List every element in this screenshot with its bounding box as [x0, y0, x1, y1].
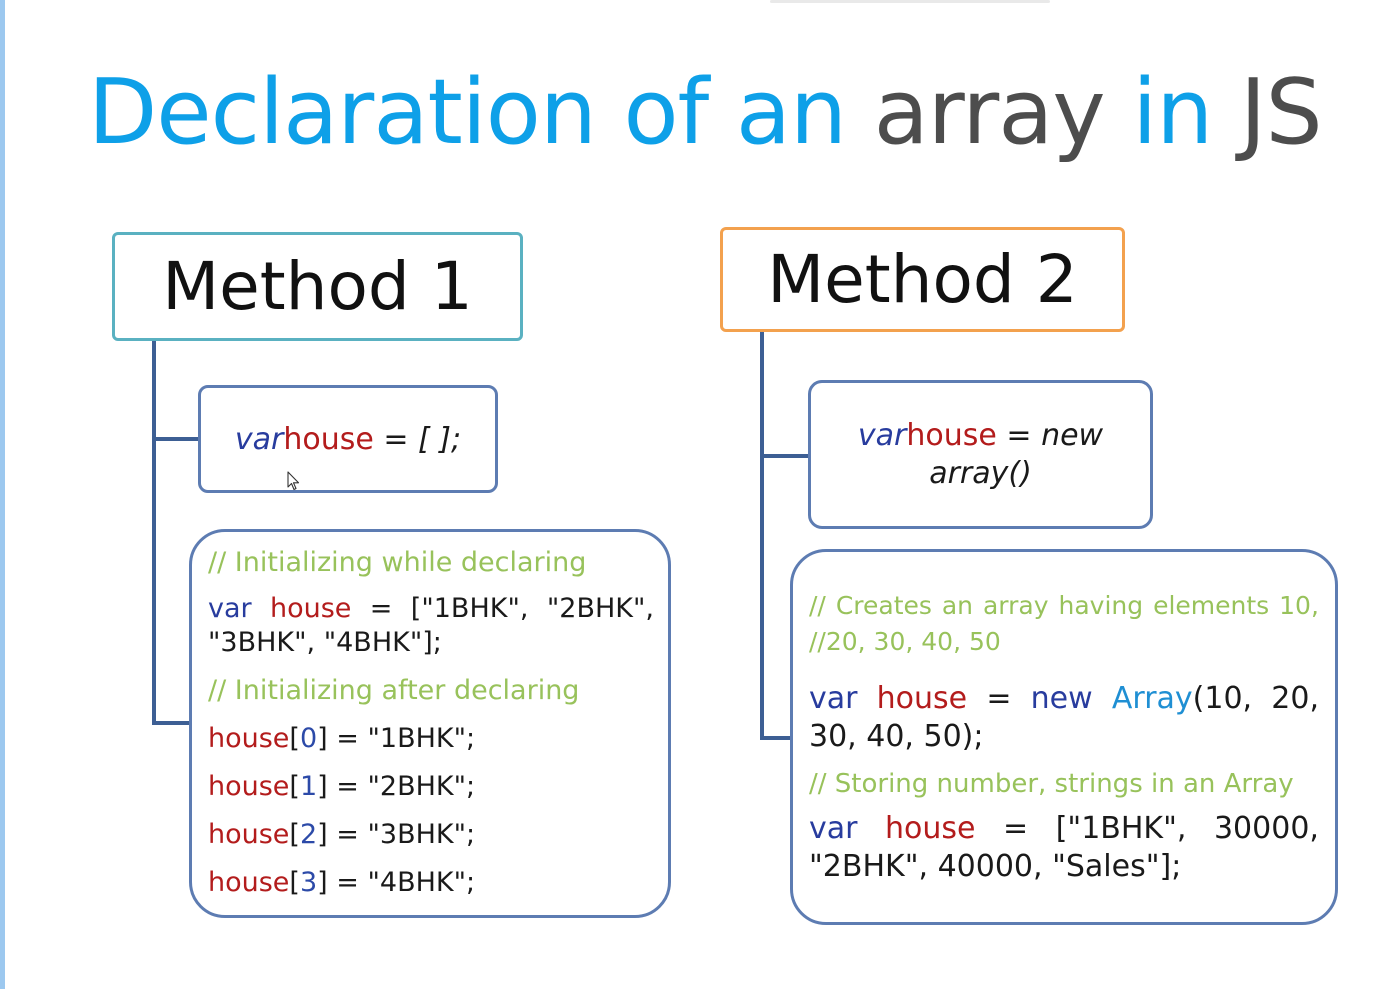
m2-comment-word: an — [941, 591, 974, 620]
m1-decl-rest: = [ ]; — [383, 421, 462, 457]
m2-decl-line2: array() — [929, 455, 1032, 491]
m2-comment-word: elements — [1153, 591, 1270, 620]
m2-decl-name: house — [906, 417, 997, 453]
method-1-box: Method 1 — [112, 232, 523, 341]
m2-comment-word: // — [809, 591, 826, 620]
m2-init-eq: = — [986, 681, 1012, 716]
m1-assign-value: = "2BHK"; — [336, 771, 476, 802]
m1-decl-keyword: var — [234, 421, 284, 457]
m1-connector-branch-2 — [152, 721, 190, 725]
m2-decl-keyword: var — [857, 417, 907, 453]
m1-assign-index: 1 — [299, 771, 318, 802]
method-1-label: Method 1 — [162, 248, 473, 325]
m2-init-keyword: var — [809, 811, 858, 846]
m1-assign-value: = "3BHK"; — [336, 819, 476, 850]
m1-init-keyword: var — [208, 593, 252, 624]
m2-init-keyword: var — [809, 681, 858, 716]
title-part-1: Declaration of an — [88, 60, 847, 165]
m1-connector-trunk — [152, 338, 156, 725]
m1-assign-name: house — [208, 771, 290, 802]
m1-comment-after-declaring: // Initializing after declaring — [208, 675, 580, 706]
m2-init-eq: = — [1003, 811, 1029, 846]
m2-connector-branch-2 — [760, 736, 791, 740]
m1-assign-name: house — [208, 819, 290, 850]
m1-assign-row: house[2] = "3BHK"; — [208, 819, 476, 850]
title-part-4: JS — [1239, 60, 1323, 165]
slide-left-edge — [0, 0, 5, 989]
m2-init-args-2: 20, — [1271, 681, 1319, 716]
m2-init-line-1: var house = new Array(10, 20, — [809, 680, 1319, 718]
mouse-pointer-icon — [287, 471, 300, 491]
m2-init-val-1: ["1BHK", — [1055, 811, 1187, 846]
m2-comment-word: having — [1058, 591, 1144, 620]
m2-init-line-2: 30, 40, 50); — [809, 719, 984, 754]
title-part-3: in — [1132, 60, 1213, 165]
m2-init-line-4: "2BHK", 40000, "Sales"]; — [809, 849, 1182, 884]
m2-init-class: Array — [1111, 681, 1193, 716]
m1-init-val-2: "2BHK", — [546, 593, 654, 624]
m1-init-name: house — [270, 593, 352, 624]
m2-init-name: house — [876, 681, 968, 716]
method-2-declaration-box: varhouse = new array() — [808, 380, 1153, 529]
method-1-declaration-box: varhouse = [ ]; — [198, 385, 498, 493]
m2-init-name: house — [885, 811, 976, 846]
m2-comment-values: //20, 30, 40, 50 — [809, 627, 1001, 656]
m2-comment-word: array — [982, 591, 1049, 620]
m1-assign-index: 2 — [299, 819, 318, 850]
m1-assign-value: = "4BHK"; — [336, 867, 476, 898]
m2-connector-trunk — [760, 329, 764, 740]
m1-assign-index: 3 — [299, 867, 318, 898]
m2-comment-word: 10, — [1279, 591, 1319, 620]
m1-connector-branch-1 — [152, 437, 199, 441]
top-strip — [770, 0, 1050, 3]
m1-assign-name: house — [208, 867, 290, 898]
m1-assign-index: 0 — [299, 723, 318, 754]
m1-init-line-1: var house = ["1BHK", "2BHK", — [208, 592, 654, 626]
m1-assign-value: = "1BHK"; — [336, 723, 476, 754]
m1-assign-row: house[1] = "2BHK"; — [208, 771, 476, 802]
m2-comment-creates: // Creates an array having elements 10, — [809, 588, 1319, 624]
m2-comment-storing: // Storing number, strings in an Array — [809, 769, 1294, 799]
method-2-initialization-box: // Creates an array having elements 10, … — [790, 549, 1338, 925]
m2-init-new: new — [1030, 681, 1093, 716]
m1-init-eq: = — [369, 593, 393, 624]
m2-decl-rest: = new — [1006, 417, 1104, 453]
method-2-label: Method 2 — [767, 241, 1078, 318]
slide-title: Declaration of an array in JS — [88, 58, 1348, 168]
method-2-box: Method 2 — [720, 227, 1125, 332]
m1-decl-name: house — [283, 421, 374, 457]
m2-comment-word: Creates — [835, 591, 932, 620]
m1-assign-name: house — [208, 723, 290, 754]
m2-init-args: (10, — [1192, 681, 1253, 716]
title-part-2: array — [873, 60, 1106, 165]
m1-comment-while-declaring: // Initializing while declaring — [208, 547, 587, 578]
m2-init-val-2: 30000, — [1213, 811, 1319, 846]
m1-init-val-1: ["1BHK", — [410, 593, 529, 624]
m1-assign-row: house[0] = "1BHK"; — [208, 723, 476, 754]
method-1-initialization-box: // Initializing while declaring var hous… — [189, 529, 671, 918]
m2-init-line-3: var house = ["1BHK", 30000, — [809, 810, 1319, 848]
m1-init-line-2: "3BHK", "4BHK"]; — [208, 627, 442, 658]
m2-connector-branch-1 — [760, 454, 809, 458]
m1-assign-row: house[3] = "4BHK"; — [208, 867, 476, 898]
